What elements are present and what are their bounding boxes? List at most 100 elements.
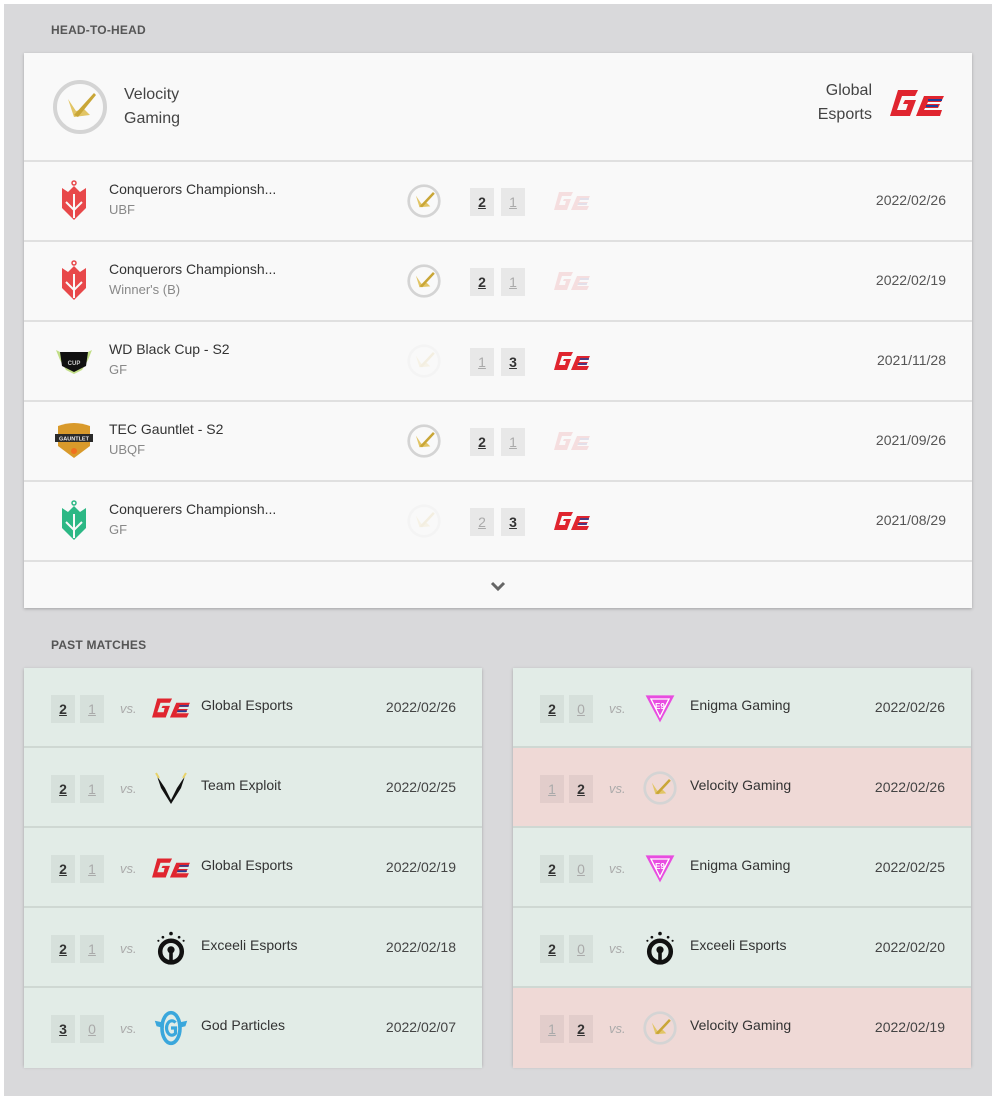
score-opponent[interactable]: 2 (569, 775, 593, 803)
match-date: 2022/02/07 (385, 1019, 456, 1035)
match-date: 2022/02/18 (385, 939, 456, 955)
past-matches-team-left: 2 1 vs. Global Esports 2022/02/26 2 1 vs. Team E… (24, 668, 482, 1068)
velocity-gaming-logo-icon (406, 423, 442, 459)
velocity-gaming-logo-icon (640, 770, 680, 806)
past-match-row[interactable]: 1 2 vs. Velocity Gaming 2022/02/19 (513, 988, 971, 1068)
match-date: 2022/02/26 (875, 192, 946, 208)
score-opponent[interactable]: 0 (569, 855, 593, 883)
score-left[interactable]: 2 (470, 428, 494, 456)
match-date: 2022/02/20 (874, 939, 945, 955)
conquerors-green-logo-icon (52, 498, 96, 542)
past-matches-team-right: 2 0 vs. E9 Enigma Gaming 2022/02/26 1 2 vs. Veloc… (513, 668, 971, 1068)
past-matches-title: PAST MATCHES (51, 638, 147, 652)
svg-text:CUP: CUP (68, 361, 81, 367)
score-right[interactable]: 3 (501, 508, 525, 536)
past-match-row[interactable]: 2 1 vs. Global Esports 2022/02/26 (24, 668, 482, 748)
past-match-row[interactable]: 2 0 vs. Exceeli Esports 2022/02/20 (513, 908, 971, 988)
past-match-row[interactable]: 2 1 vs. Exceeli Esports 2022/02/18 (24, 908, 482, 988)
h2h-match-row[interactable]: Conquerors Championsh... UBF 2 1 2022/02/26 (24, 162, 972, 242)
score-left[interactable]: 2 (470, 268, 494, 296)
svg-text:E9: E9 (655, 702, 665, 711)
score-right[interactable]: 1 (501, 188, 525, 216)
score-team[interactable]: 2 (51, 695, 75, 723)
score-team[interactable]: 2 (540, 935, 564, 963)
match-date: 2022/02/26 (385, 699, 456, 715)
enigma-gaming-logo-icon: E9 (640, 690, 680, 726)
event-info: Conquerors Championsh... Winner's (B) (109, 260, 276, 302)
opponent-name[interactable]: Enigma Gaming (690, 857, 790, 873)
score-team[interactable]: 2 (51, 855, 75, 883)
past-match-row[interactable]: 2 0 vs. E9 Enigma Gaming 2022/02/26 (513, 668, 971, 748)
opponent-name[interactable]: Velocity Gaming (690, 1017, 791, 1033)
score-team[interactable]: 2 (51, 935, 75, 963)
team-right-name-line2: Esports (817, 106, 872, 123)
opponent-name[interactable]: Exceeli Esports (690, 937, 786, 953)
match-panel: HEAD-TO-HEAD Velocity Gaming Global Espo… (4, 4, 992, 1096)
h2h-match-row[interactable]: GAUNTLET TEC Gauntlet - S2 UBQF 2 1 2021/09/2… (24, 402, 972, 482)
score-team[interactable]: 2 (540, 855, 564, 883)
score-opponent[interactable]: 1 (80, 695, 104, 723)
score-opponent[interactable]: 1 (80, 855, 104, 883)
vs-label: vs. (609, 1021, 626, 1036)
h2h-match-row[interactable]: Conquerors Championsh... Winner's (B) 2 1 20… (24, 242, 972, 322)
team-left[interactable]: Velocity Gaming (52, 79, 180, 135)
match-date: 2022/02/19 (385, 859, 456, 875)
global-esports-logo-icon (553, 351, 591, 371)
match-date: 2021/08/29 (875, 512, 946, 528)
score-team[interactable]: 2 (51, 775, 75, 803)
score-left[interactable]: 1 (470, 348, 494, 376)
past-match-row[interactable]: 2 1 vs. Global Esports 2022/02/19 (24, 828, 482, 908)
event-stage: GF (109, 362, 128, 377)
past-match-row[interactable]: 3 0 vs. God Particles 2022/02/07 (24, 988, 482, 1068)
match-date: 2022/02/19 (874, 1019, 945, 1035)
score-right[interactable]: 1 (501, 268, 525, 296)
vs-label: vs. (120, 941, 137, 956)
expand-more-button[interactable] (24, 562, 972, 610)
h2h-match-row[interactable]: CUP WD Black Cup - S2 GF 1 3 2021/11/28 (24, 322, 972, 402)
score-left[interactable]: 2 (470, 188, 494, 216)
event-stage: UBF (109, 202, 135, 217)
enigma-gaming-logo-icon: E9 (640, 850, 680, 886)
opponent-name[interactable]: God Particles (201, 1017, 285, 1033)
score-opponent[interactable]: 1 (80, 935, 104, 963)
opponent-name[interactable]: Velocity Gaming (690, 777, 791, 793)
exceeli-esports-logo-icon (640, 930, 680, 966)
vs-label: vs. (120, 1021, 137, 1036)
velocity-gaming-logo-icon (406, 263, 442, 299)
score-opponent[interactable]: 0 (569, 935, 593, 963)
score-opponent[interactable]: 0 (80, 1015, 104, 1043)
team-right[interactable]: Global Esports (818, 79, 946, 127)
score-right[interactable]: 1 (501, 428, 525, 456)
score-right[interactable]: 3 (501, 348, 525, 376)
score-opponent[interactable]: 0 (569, 695, 593, 723)
svg-text:GAUNTLET: GAUNTLET (59, 437, 90, 443)
wd-black-cup-logo-icon: CUP (52, 338, 96, 382)
team-right-name-line1: Global (825, 82, 872, 99)
score-team[interactable]: 1 (540, 775, 564, 803)
global-esports-logo-icon (553, 431, 591, 451)
score-opponent[interactable]: 1 (80, 775, 104, 803)
opponent-name[interactable]: Enigma Gaming (690, 697, 790, 713)
match-date: 2022/02/26 (874, 779, 945, 795)
score-team[interactable]: 3 (51, 1015, 75, 1043)
vs-label: vs. (609, 701, 626, 716)
god-particles-logo-icon (151, 1010, 191, 1046)
velocity-gaming-logo-icon (640, 1010, 680, 1046)
h2h-match-row[interactable]: Conquerers Championsh... GF 2 3 2021/08/29 (24, 482, 972, 562)
vs-label: vs. (120, 861, 137, 876)
past-match-row[interactable]: 1 2 vs. Velocity Gaming 2022/02/26 (513, 748, 971, 828)
opponent-name[interactable]: Exceeli Esports (201, 937, 297, 953)
score-opponent[interactable]: 2 (569, 1015, 593, 1043)
opponent-name[interactable]: Global Esports (201, 697, 293, 713)
match-date: 2022/02/25 (874, 859, 945, 875)
score-team[interactable]: 1 (540, 1015, 564, 1043)
event-info: TEC Gauntlet - S2 UBQF (109, 420, 223, 462)
vs-label: vs. (120, 701, 137, 716)
opponent-name[interactable]: Team Exploit (201, 777, 281, 793)
opponent-name[interactable]: Global Esports (201, 857, 293, 873)
past-match-row[interactable]: 2 0 vs. E9 Enigma Gaming 2022/02/25 (513, 828, 971, 908)
past-match-row[interactable]: 2 1 vs. Team Exploit 2022/02/25 (24, 748, 482, 828)
score-left[interactable]: 2 (470, 508, 494, 536)
global-esports-logo-icon (151, 850, 191, 886)
score-team[interactable]: 2 (540, 695, 564, 723)
